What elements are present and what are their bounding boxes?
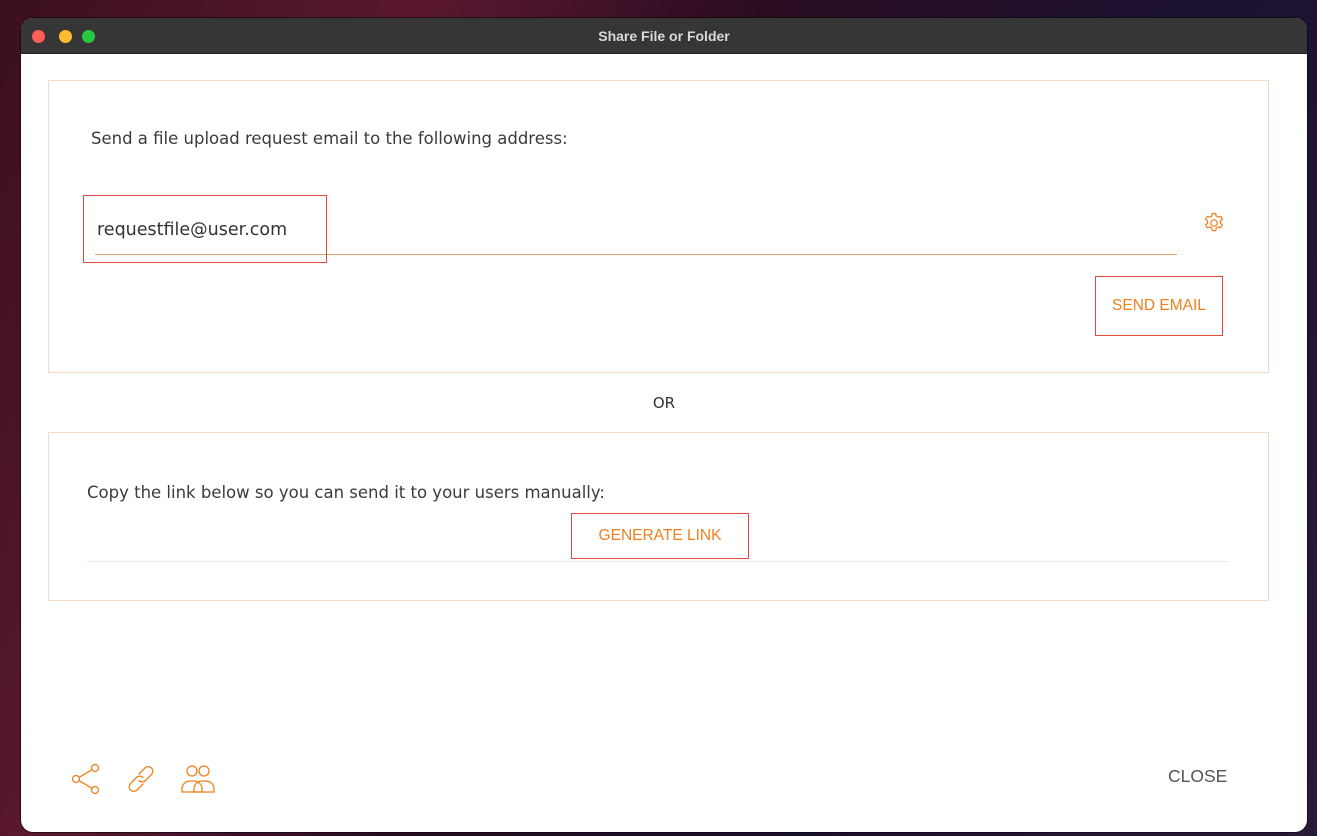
close-button[interactable]: CLOSE bbox=[1168, 766, 1227, 787]
link-icon[interactable] bbox=[124, 762, 158, 796]
send-email-button[interactable]: SEND EMAIL bbox=[1095, 276, 1223, 336]
link-panel: Copy the link below so you can send it t… bbox=[48, 432, 1269, 601]
link-divider bbox=[87, 561, 1229, 562]
email-request-panel: Send a file upload request email to the … bbox=[48, 80, 1269, 373]
window-title: Share File or Folder bbox=[598, 28, 730, 44]
email-prompt-text: Send a file upload request email to the … bbox=[91, 129, 568, 148]
title-bar: Share File or Folder bbox=[21, 18, 1307, 54]
or-separator: OR bbox=[652, 394, 676, 412]
gear-icon[interactable] bbox=[1202, 211, 1226, 235]
email-address-input[interactable] bbox=[95, 205, 1177, 255]
share-icon[interactable] bbox=[69, 762, 103, 796]
generate-link-button[interactable]: GENERATE LINK bbox=[571, 513, 749, 559]
link-prompt-text: Copy the link below so you can send it t… bbox=[87, 483, 605, 502]
share-dialog-window: Share File or Folder Send a file upload … bbox=[21, 18, 1307, 832]
users-icon[interactable] bbox=[179, 762, 215, 796]
